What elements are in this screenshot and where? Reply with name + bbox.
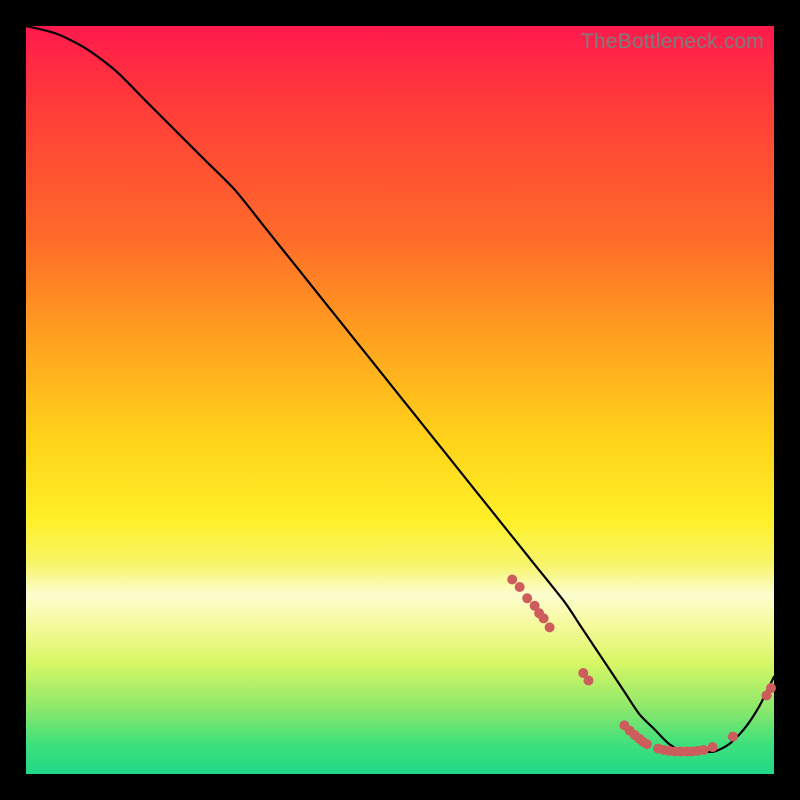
data-point [708,742,718,752]
data-point [545,622,555,632]
data-point [728,732,738,742]
data-point [584,676,594,686]
data-point [507,575,517,585]
data-point [642,739,652,749]
plot-area: TheBottleneck.com [26,26,774,774]
data-point [766,683,776,693]
data-point [515,582,525,592]
data-point [522,593,532,603]
chart-stage: TheBottleneck.com [0,0,800,800]
data-point [539,613,549,623]
chart-svg [26,26,774,774]
bottleneck-curve [26,26,774,752]
data-point [699,745,709,755]
data-points-group [507,575,776,757]
